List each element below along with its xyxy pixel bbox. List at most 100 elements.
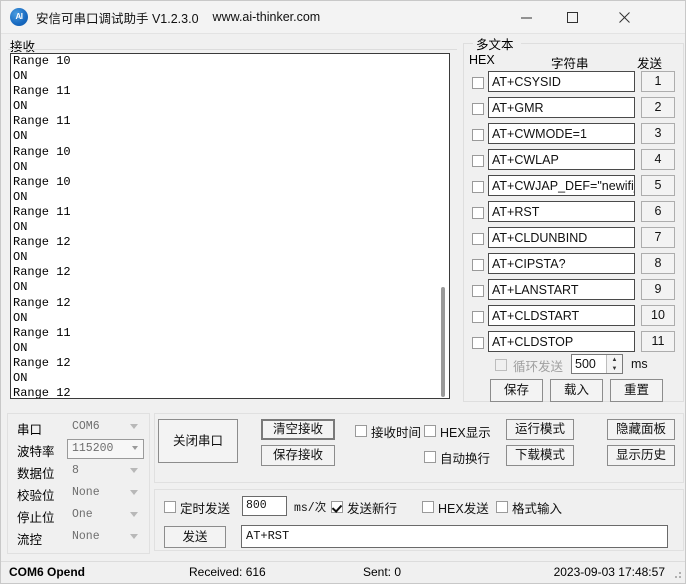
serial-config-value: One [72,508,93,521]
send-button[interactable]: 发送 [164,526,226,548]
multitext-command-input[interactable]: AT+RST [488,201,635,222]
loop-interval-stepper[interactable]: 500 ▲ ▼ [571,354,623,374]
loop-send-checkbox[interactable] [495,359,507,371]
close-button[interactable] [601,1,647,34]
send-newline-label: 发送新行 [347,502,398,516]
multitext-hex-checkbox[interactable] [472,155,484,167]
receive-scrollbar-track[interactable] [439,55,448,397]
send-text-input[interactable]: AT+RST [241,525,668,548]
receive-textarea[interactable]: Range 10 ON Range 11 ON Range 11 ON Rang… [10,53,450,399]
serial-config-dropdown[interactable]: COM6 [67,417,144,437]
chevron-down-icon [130,512,138,517]
multitext-command-input[interactable]: AT+CIPSTA? [488,253,635,274]
send-newline-checkbox[interactable] [331,501,343,513]
close-port-button[interactable]: 关闭串口 [158,419,238,463]
serial-config-value: 115200 [72,442,114,455]
multitext-hex-checkbox[interactable] [472,337,484,349]
run-mode-button[interactable]: 运行模式 [506,419,574,440]
hide-panel-button[interactable]: 隐藏面板 [607,419,675,440]
loop-interval-spin-buttons[interactable]: ▲ ▼ [606,355,622,373]
status-port: COM6 Opend [9,565,86,579]
multitext-group: 多文本 HEX 字符串 发送 AT+CSYSID 1 AT+GMR 2 AT+CWMOD… [463,34,684,402]
multitext-send-button[interactable]: 4 [641,149,675,170]
multitext-header-string: 字符串 [551,57,589,71]
app-logo-icon: AI [10,8,28,26]
multitext-row: AT+RST 6 [463,201,684,227]
serial-config-dropdown[interactable]: None [67,527,144,547]
multitext-load-button[interactable]: 载入 [550,379,603,402]
auto-wrap-checkbox[interactable] [424,451,436,463]
multitext-send-button[interactable]: 6 [641,201,675,222]
multitext-hex-checkbox[interactable] [472,233,484,245]
multitext-command-input[interactable]: AT+CLDSTOP [488,331,635,352]
multitext-hex-checkbox[interactable] [472,129,484,141]
status-datetime: 2023-09-03 17:48:57 [553,565,665,579]
maximize-button[interactable] [549,1,595,34]
serial-config-dropdown[interactable]: One [67,505,144,525]
multitext-command-input[interactable]: AT+CLDSTART [488,305,635,326]
multitext-send-button[interactable]: 2 [641,97,675,118]
timed-interval-input[interactable]: 800 [242,496,287,516]
auto-wrap-label: 自动换行 [440,452,491,466]
multitext-hex-checkbox[interactable] [472,285,484,297]
hex-display-checkbox[interactable] [424,425,436,437]
multitext-command-input[interactable]: AT+GMR [488,97,635,118]
multitext-header-hex: HEX [469,53,495,67]
receive-time-label: 接收时间 [371,426,422,440]
multitext-hex-checkbox[interactable] [472,181,484,193]
hex-send-checkbox[interactable] [422,501,434,513]
loop-interval-value: 500 [575,357,596,371]
hex-send-label: HEX发送 [438,502,489,516]
multitext-send-button[interactable]: 7 [641,227,675,248]
serial-config-dropdown[interactable]: 8 [67,461,144,481]
title-bar: AI 安信可串口调试助手 V1.2.3.0 www.ai-thinker.com [1,1,685,34]
multitext-send-button[interactable]: 9 [641,279,675,300]
chevron-down-icon [130,468,138,473]
multitext-reset-button[interactable]: 重置 [610,379,663,402]
timed-interval-unit: ms/次 [294,502,327,515]
loop-send-label: 循环发送 [513,360,564,374]
multitext-send-button[interactable]: 11 [641,331,675,352]
receive-text-content: Range 10 ON Range 11 ON Range 11 ON Rang… [13,54,71,399]
window-title: 安信可串口调试助手 V1.2.3.0 [36,11,199,26]
multitext-command-input[interactable]: AT+CWJAP_DEF="newifi_ [488,175,635,196]
multitext-send-button[interactable]: 3 [641,123,675,144]
save-receive-button[interactable]: 保存接收 [261,445,335,466]
multitext-command-input[interactable]: AT+CLDUNBIND [488,227,635,248]
multitext-send-button[interactable]: 1 [641,71,675,92]
spin-up-icon[interactable]: ▲ [607,355,622,364]
receive-scrollbar-thumb[interactable] [441,287,445,397]
download-mode-button[interactable]: 下载模式 [506,445,574,466]
multitext-hex-checkbox[interactable] [472,207,484,219]
chevron-down-icon [130,424,138,429]
timed-send-checkbox[interactable] [164,501,176,513]
multitext-hex-checkbox[interactable] [472,259,484,271]
loop-interval-unit: ms [631,357,648,371]
multitext-legend: 多文本 [473,34,517,53]
multitext-send-button[interactable]: 8 [641,253,675,274]
status-bar: COM6 Opend Received: 616 Sent: 0 2023-09… [1,561,685,583]
multitext-command-input[interactable]: AT+LANSTART [488,279,635,300]
multitext-send-button[interactable]: 10 [641,305,675,326]
spin-down-icon[interactable]: ▼ [607,364,622,373]
multitext-command-input[interactable]: AT+CWMODE=1 [488,123,635,144]
serial-config-dropdown[interactable]: 115200 [67,439,144,459]
multitext-send-button[interactable]: 5 [641,175,675,196]
multitext-save-button[interactable]: 保存 [490,379,543,402]
receive-time-checkbox[interactable] [355,425,367,437]
multitext-row: AT+CIPSTA? 8 [463,253,684,279]
minimize-button[interactable] [503,1,549,34]
clear-receive-button[interactable]: 清空接收 [261,419,335,440]
multitext-hex-checkbox[interactable] [472,103,484,115]
multitext-header-send: 发送 [637,57,663,71]
multitext-hex-checkbox[interactable] [472,311,484,323]
serial-config-row: 串口 COM6 [8,417,151,439]
multitext-hex-checkbox[interactable] [472,77,484,89]
serial-config-dropdown[interactable]: None [67,483,144,503]
resize-grip-icon[interactable] [671,568,683,580]
multitext-command-input[interactable]: AT+CWLAP [488,149,635,170]
show-history-button[interactable]: 显示历史 [607,445,675,466]
multitext-command-input[interactable]: AT+CSYSID [488,71,635,92]
status-sent: Sent: 0 [363,565,402,579]
format-input-checkbox[interactable] [496,501,508,513]
